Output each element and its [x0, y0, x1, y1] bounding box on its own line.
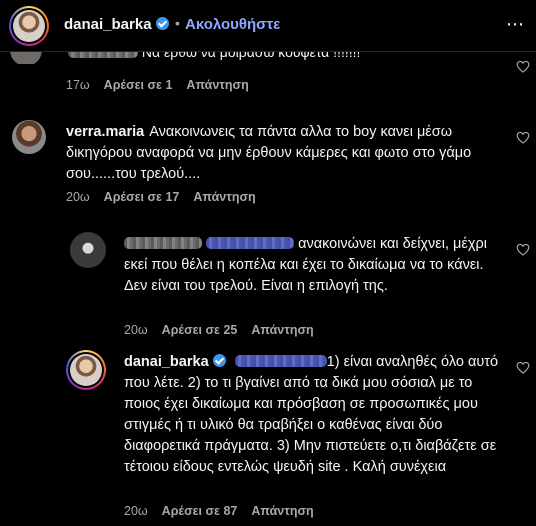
comment-meta: 20ω Αρέσει σε 25 Απάντηση — [124, 323, 328, 337]
comment-username[interactable]: danai_barka — [124, 354, 226, 370]
avatar[interactable] — [66, 350, 106, 390]
follow-button[interactable]: Ακολουθήστε — [185, 16, 280, 33]
comment-time: 20ω — [66, 190, 90, 204]
like-heart-icon[interactable] — [516, 60, 530, 73]
reply-button[interactable]: Απάντηση — [186, 78, 248, 92]
likes-count-link[interactable]: Αρέσει σε 87 — [162, 504, 238, 518]
comment-text: ανακοινώνει και δείχνει, μέχρι εκεί που … — [124, 236, 487, 294]
avatar[interactable] — [10, 50, 42, 64]
post-header: danai_barka • Ακολουθήστε ⋯ — [0, 0, 536, 52]
comment-text: verra.maria Ανακοινωνεις τα πάντα αλλα το… — [66, 124, 472, 182]
comment-time: 20ω — [124, 323, 148, 337]
avatar[interactable] — [12, 120, 46, 154]
verified-icon — [212, 354, 226, 367]
like-heart-icon[interactable] — [516, 131, 530, 144]
redacted-mention — [234, 355, 327, 367]
redacted-username — [124, 237, 202, 249]
comment-meta: 20ω Αρέσει σε 17 Απάντηση — [66, 190, 270, 204]
comment-meta: 17ω Αρέσει σε 1 Απάντηση — [66, 78, 263, 92]
profile-avatar[interactable] — [9, 6, 49, 46]
comment-username[interactable]: verra.maria — [66, 124, 144, 140]
comment-time: 20ω — [124, 504, 148, 518]
like-heart-icon[interactable] — [516, 361, 530, 374]
redacted-mention — [206, 237, 295, 249]
likes-count-link[interactable]: Αρέσει σε 17 — [104, 190, 180, 204]
comment-text: danai_barka 1) είναι αναληθές όλο αυτό π… — [124, 354, 499, 475]
reply-button[interactable]: Απάντηση — [193, 190, 255, 204]
comment-cutoff: Να έρθω να μοιράσω κουφέτα !!!!!!! — [0, 50, 536, 64]
likes-count-link[interactable]: Αρέσει σε 1 — [104, 78, 173, 92]
comment-time: 17ω — [66, 78, 90, 92]
like-heart-icon[interactable] — [516, 243, 530, 256]
reply-button[interactable]: Απάντηση — [251, 504, 313, 518]
verified-icon — [155, 17, 169, 30]
header-username[interactable]: danai_barka — [64, 16, 169, 33]
reply-button[interactable]: Απάντηση — [251, 323, 313, 337]
comment-meta: 20ω Αρέσει σε 87 Απάντηση — [124, 504, 328, 518]
avatar[interactable] — [70, 232, 106, 268]
more-options-icon[interactable]: ⋯ — [506, 14, 525, 35]
likes-count-link[interactable]: Αρέσει σε 25 — [162, 323, 238, 337]
header-separator: • — [175, 15, 180, 31]
